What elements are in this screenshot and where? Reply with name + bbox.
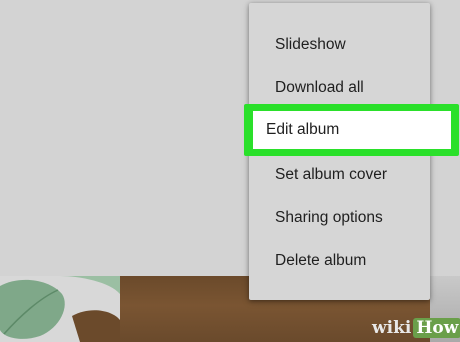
menu-item-delete-album[interactable]: Delete album (249, 241, 430, 281)
menu-item-label: Sharing options (275, 209, 383, 226)
menu-item-label: Set album cover (275, 166, 387, 183)
menu-item-slideshow[interactable]: Slideshow (249, 25, 430, 65)
menu-item-edit-album[interactable]: Edit album (253, 111, 451, 149)
watermark-text-wiki: wiki (372, 318, 412, 338)
menu-item-sharing-options[interactable]: Sharing options (249, 198, 430, 238)
menu-item-label: Edit album (266, 121, 340, 138)
menu-item-download-all[interactable]: Download all (249, 68, 430, 108)
wikihow-watermark: wiki How (372, 314, 460, 342)
menu-item-label: Slideshow (275, 36, 346, 53)
menu-item-label: Download all (275, 79, 364, 96)
plant-leaf-image (0, 276, 120, 342)
menu-item-label: Delete album (275, 252, 367, 269)
menu-item-set-album-cover[interactable]: Set album cover (249, 155, 430, 195)
watermark-text-how: How (413, 318, 460, 338)
